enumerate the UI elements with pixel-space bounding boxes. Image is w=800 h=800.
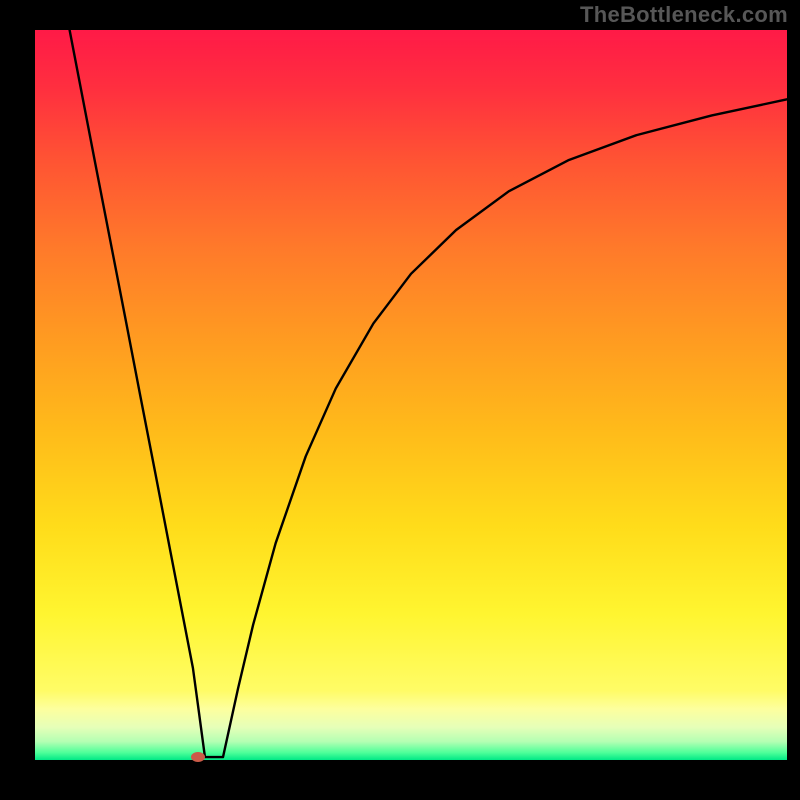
watermark-text: TheBottleneck.com: [580, 2, 788, 28]
chart-root: TheBottleneck.com: [0, 0, 800, 800]
plot-background: [35, 30, 787, 760]
chart-svg: [0, 0, 800, 800]
data-marker: [191, 752, 205, 762]
